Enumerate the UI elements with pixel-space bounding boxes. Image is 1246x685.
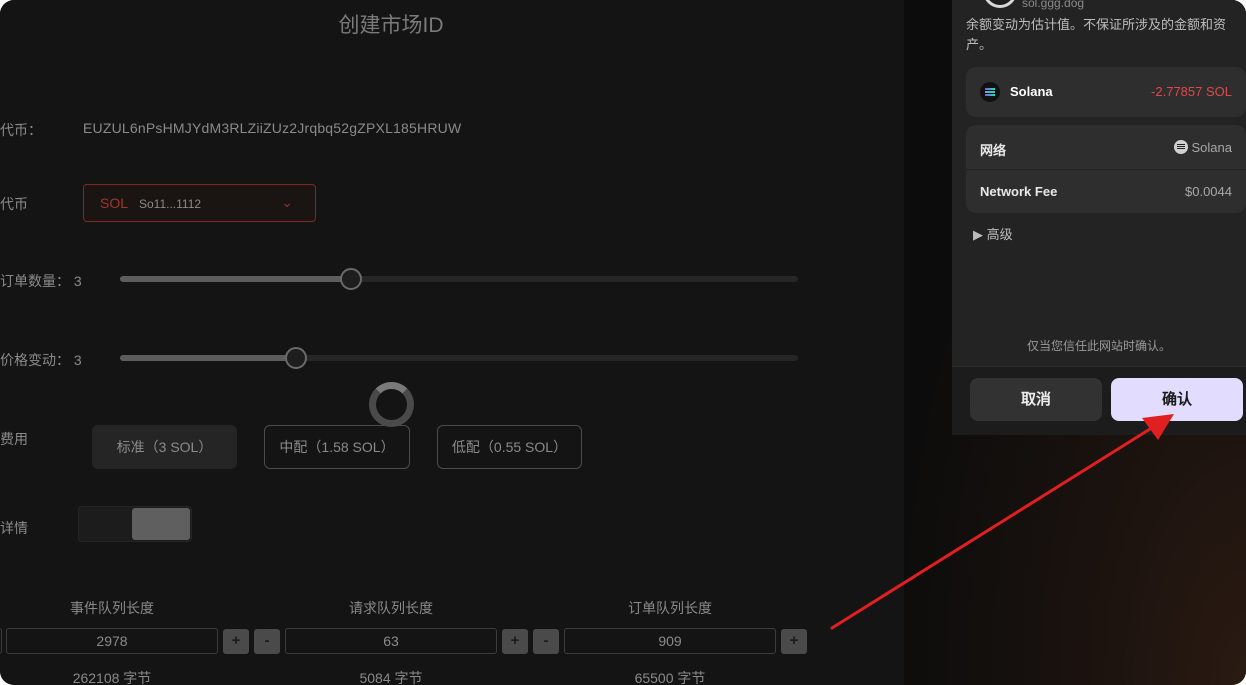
solana-small-icon bbox=[1173, 140, 1188, 154]
cancel-button[interactable]: 取消 bbox=[970, 378, 1102, 421]
divider bbox=[966, 169, 1246, 170]
fee-medium-button[interactable]: 中配（1.58 SOL） bbox=[264, 425, 410, 469]
advanced-toggle[interactable]: ▶ 高级 bbox=[973, 224, 1013, 243]
request-queue-bytes: 5084 字节 bbox=[359, 670, 423, 685]
min-price-tick-slider[interactable] bbox=[120, 355, 798, 361]
asset-delta: -2.77857 SOL bbox=[1151, 84, 1232, 99]
min-price-tick-text: 价格变动： bbox=[0, 352, 70, 368]
network-label: 网络 bbox=[980, 143, 1007, 158]
confirm-button[interactable]: 确认 bbox=[1111, 378, 1243, 421]
chevron-down-icon: ⌄ bbox=[281, 194, 293, 210]
request-queue-label: 请求队列长度 bbox=[349, 600, 433, 616]
min-order-size-slider[interactable] bbox=[120, 276, 798, 282]
toggle-knob bbox=[132, 508, 190, 540]
min-order-size-slider-handle[interactable] bbox=[339, 268, 362, 290]
asset-name: Solana bbox=[1010, 84, 1053, 99]
min-order-size-label: 订单数量： 3 bbox=[0, 271, 82, 291]
prev-stepper-edge bbox=[0, 628, 2, 654]
network-fee-value: $0.0044 bbox=[1185, 184, 1232, 199]
trust-note: 仅当您信任此网站时确认。 bbox=[1026, 339, 1171, 353]
request-queue-input[interactable]: 63 bbox=[285, 628, 497, 654]
request-queue-plus-button[interactable]: + bbox=[502, 629, 528, 654]
orderbook-queue-input[interactable]: 909 bbox=[564, 628, 776, 654]
fee-label: 费用 bbox=[0, 431, 28, 447]
asset-change-card: Solana -2.77857 SOL bbox=[966, 67, 1246, 117]
create-market-form: 创建市场ID 代币： EUZUL6nPsHMJYdM3RLZiiZUz2Jrqb… bbox=[0, 0, 904, 685]
network-name: Solana bbox=[1191, 140, 1232, 155]
wallet-popup: sol.ggg.dog 余额变动为估计值。不保证所涉及的金额和资产。 Solan… bbox=[952, 0, 1246, 435]
request-queue-minus-button[interactable]: - bbox=[533, 629, 559, 654]
base-token-address: EUZUL6nPsHMJYdM3RLZiiZUz2Jrqbq52gZPXL185… bbox=[83, 120, 462, 136]
balance-warning: 余额变动为估计值。不保证所涉及的金额和资产。 bbox=[966, 17, 1227, 52]
fee-low-button[interactable]: 低配（0.55 SOL） bbox=[437, 425, 582, 469]
orderbook-queue-label: 订单队列长度 bbox=[628, 600, 712, 616]
event-queue-bytes: 262108 字节 bbox=[72, 670, 152, 685]
page-title: 创建市场ID bbox=[338, 14, 444, 37]
base-token-label: 代币： bbox=[0, 122, 42, 138]
fee-standard-button[interactable]: 标准（3 SOL） bbox=[92, 425, 237, 469]
slider-fill bbox=[120, 276, 351, 282]
solana-logo-icon bbox=[980, 82, 1000, 102]
quote-token-select[interactable]: SOL So11...1112 ⌄ bbox=[83, 184, 316, 222]
quote-token-symbol: SOL bbox=[100, 195, 129, 211]
orderbook-queue-bytes: 65500 字节 bbox=[634, 670, 706, 685]
details-label: 详情 bbox=[0, 520, 28, 536]
min-order-size-value: 3 bbox=[73, 273, 82, 289]
quote-token-label: 代币 bbox=[0, 196, 28, 212]
wallet-name: sol.ggg.dog bbox=[1022, 0, 1085, 10]
event-queue-minus-button[interactable]: - bbox=[254, 629, 280, 654]
quote-token-address: So11...1112 bbox=[139, 197, 202, 211]
details-toggle[interactable] bbox=[78, 506, 192, 542]
event-queue-label: 事件队列长度 bbox=[70, 600, 154, 616]
min-price-tick-slider-handle[interactable] bbox=[285, 347, 308, 369]
min-price-tick-value: 3 bbox=[73, 352, 82, 368]
min-price-tick-label: 价格变动： 3 bbox=[0, 350, 82, 370]
orderbook-queue-plus-button[interactable]: + bbox=[781, 629, 807, 654]
network-card: 网络 Solana Network Fee $0.0044 bbox=[966, 125, 1246, 213]
event-queue-plus-button[interactable]: + bbox=[223, 629, 249, 654]
network-value: Solana bbox=[1173, 140, 1232, 155]
min-order-size-text: 订单数量： bbox=[0, 273, 70, 289]
network-fee-label: Network Fee bbox=[980, 184, 1058, 199]
slider-fill bbox=[120, 355, 297, 361]
avatar bbox=[983, 0, 1017, 8]
screen: 创建市场ID 代币： EUZUL6nPsHMJYdM3RLZiiZUz2Jrqb… bbox=[0, 0, 1246, 685]
loading-spinner-icon bbox=[369, 382, 414, 427]
event-queue-input[interactable]: 2978 bbox=[6, 628, 218, 654]
